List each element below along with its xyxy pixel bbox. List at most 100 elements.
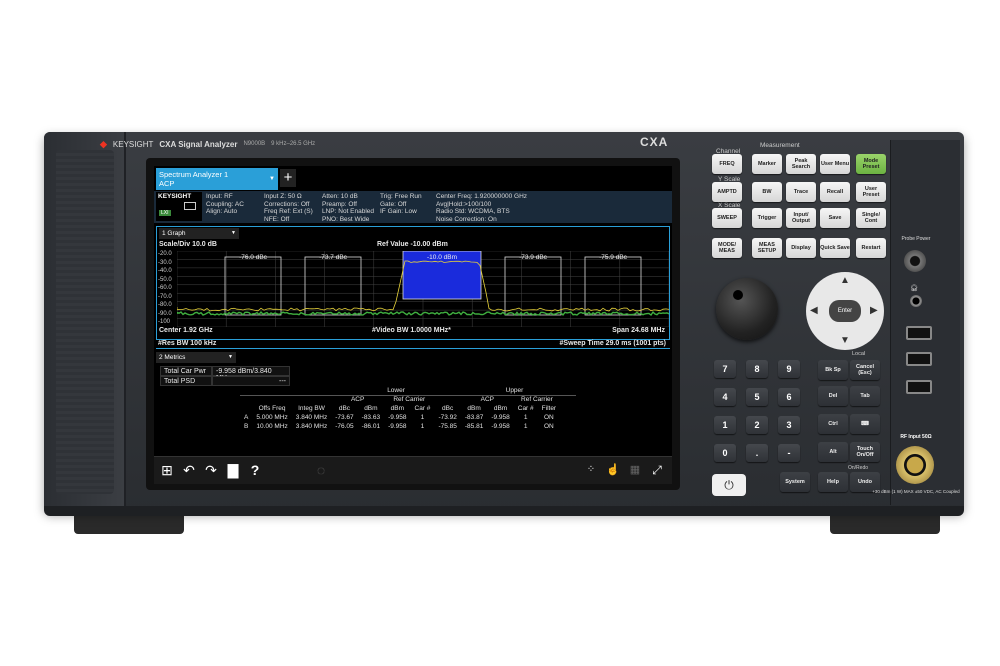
settings-frequency[interactable]: Center Freq: 1.920000000 GHz Avg|Hold:>1… xyxy=(436,193,527,223)
cell: ON xyxy=(538,422,560,431)
sweep-info-bar: #Res BW 100 kHz #Sweep Time 29.0 ms (100… xyxy=(156,339,670,349)
input-output-key[interactable]: Input/ Output xyxy=(786,208,816,228)
upper-header: Upper xyxy=(461,386,568,395)
windows-icon[interactable]: ⊞ xyxy=(158,461,176,479)
undo-icon[interactable]: ↶ xyxy=(180,461,198,479)
redo-icon[interactable]: ↷ xyxy=(202,461,220,479)
rotary-knob[interactable] xyxy=(716,278,778,340)
channel-box xyxy=(305,257,361,315)
channel-box xyxy=(505,257,561,315)
touch-onoff-key[interactable]: Touch On/Off xyxy=(850,442,880,462)
display-key[interactable]: Display xyxy=(786,238,816,258)
freq-key[interactable]: FREQ xyxy=(712,154,742,174)
numpad-key[interactable]: 0 xyxy=(714,444,736,462)
arrow-left-icon[interactable]: ◀ xyxy=(810,305,818,316)
settings-atten[interactable]: Atten: 10 dB Preamp: Off LNP: Not Enable… xyxy=(322,193,374,223)
settings-bar[interactable]: KEYSIGHT LXI Input: RF Coupling: AC Alig… xyxy=(154,191,672,223)
sweep-key[interactable]: SWEEP xyxy=(712,208,742,228)
device-header: ◆ KEYSIGHT CXA Signal Analyzer N9000B 9 … xyxy=(100,134,700,154)
cancel-key[interactable]: Cancel (Esc) xyxy=(850,360,880,380)
save-key[interactable]: Save xyxy=(820,208,850,228)
metrics-dropdown[interactable]: 2 Metrics ▼ xyxy=(156,352,236,363)
settings-input[interactable]: Input: RF Coupling: AC Align: Auto xyxy=(206,193,244,216)
headphone-jack xyxy=(910,295,922,307)
tab-spectrum-analyzer[interactable]: Spectrum Analyzer 1 ACP ▼ xyxy=(156,168,278,190)
freq-range: 9 kHz–26.5 GHz xyxy=(271,141,315,147)
restart-key[interactable]: Restart xyxy=(856,238,886,258)
col-lower-car: Car # xyxy=(411,404,435,413)
lxi-badge: LXI xyxy=(159,210,171,216)
numpad-key[interactable]: 8 xyxy=(746,360,768,378)
cell: 3.840 MHz xyxy=(292,422,331,431)
backspace-key[interactable]: Bk Sp xyxy=(818,360,848,380)
total-car-pwr-value: -9.958 dBm/3.840 MHz xyxy=(212,366,290,376)
tile-icon[interactable]: ▦ xyxy=(626,461,644,479)
table-row[interactable]: A 5.000 MHz 3.840 MHz -73.67 -83.63 -9.9… xyxy=(240,413,576,422)
numpad-key[interactable]: 7 xyxy=(714,360,736,378)
usb-port-2 xyxy=(906,352,932,366)
numpad-key[interactable]: 2 xyxy=(746,416,768,434)
settings-trigger[interactable]: Trig: Free Run Gate: Off IF Gain: Low xyxy=(380,193,422,216)
alt-key[interactable]: Alt xyxy=(818,442,848,462)
fullscreen-icon[interactable]: ⤢ xyxy=(648,461,666,479)
settings-impedance[interactable]: Input Z: 50 Ω Corrections: Off Freq Ref:… xyxy=(264,193,313,223)
user-preset-key[interactable]: User Preset xyxy=(856,182,886,202)
marker-key[interactable]: Marker xyxy=(752,154,782,174)
numpad-key[interactable]: 4 xyxy=(714,388,736,406)
channel-box xyxy=(585,257,641,315)
numpad-key[interactable]: 3 xyxy=(778,416,800,434)
tab-key[interactable]: Tab xyxy=(850,386,880,406)
mode-preset-key[interactable]: Mode Preset xyxy=(856,154,886,174)
recall-key[interactable]: Recall xyxy=(820,182,850,202)
amptd-key[interactable]: AMPTD xyxy=(712,182,742,202)
ctrl-key[interactable]: Ctrl xyxy=(818,414,848,434)
graph-layout-dropdown[interactable]: 1 Graph ▼ xyxy=(159,228,239,239)
metrics-dropdown-value: 2 Metrics xyxy=(159,354,185,361)
brand-text: KEYSIGHT xyxy=(113,140,153,149)
power-button[interactable]: ⏻ xyxy=(712,474,746,496)
numpad-key[interactable]: 9 xyxy=(778,360,800,378)
metrics-panel[interactable]: 2 Metrics ▼ Total Car Pwr -9.958 dBm/3.8… xyxy=(156,352,670,452)
numpad-key[interactable]: 5 xyxy=(746,388,768,406)
trace-key[interactable]: Trace xyxy=(786,182,816,202)
numpad-key[interactable]: . xyxy=(746,444,768,462)
help-key[interactable]: Help xyxy=(818,472,848,492)
scale-div-label: Scale/Div 10.0 dB xyxy=(159,241,217,248)
col-upper-car: Car # xyxy=(514,404,538,413)
chat-icon[interactable]: ◌ xyxy=(312,461,330,479)
single-cont-key[interactable]: Single/ Cont xyxy=(856,208,886,228)
arrow-right-icon[interactable]: ▶ xyxy=(870,305,878,316)
channel-label: -76.0 dBc xyxy=(239,254,268,261)
tab-title: Spectrum Analyzer 1 xyxy=(159,170,275,179)
model-code: N9000B xyxy=(243,141,265,147)
numpad-key[interactable]: - xyxy=(778,444,800,462)
system-key[interactable]: System xyxy=(780,472,810,492)
setting-radio-std: Radio Std: WCDMA, BTS xyxy=(436,208,527,216)
grid-icon[interactable]: ⁘ xyxy=(582,461,600,479)
meas-setup-key[interactable]: MEAS SETUP xyxy=(752,238,782,258)
arrow-down-icon[interactable]: ▼ xyxy=(840,335,850,346)
folder-icon[interactable]: ▇ xyxy=(224,461,242,479)
user-menu-key[interactable]: User Menu xyxy=(820,154,850,174)
trigger-key[interactable]: Trigger xyxy=(752,208,782,228)
graph-panel[interactable]: 1 Graph ▼ Scale/Div 10.0 dB Ref Value -1… xyxy=(156,226,670,340)
numpad-key[interactable]: 1 xyxy=(714,416,736,434)
help-icon[interactable]: ? xyxy=(246,461,264,479)
peak-search-key[interactable]: Peak Search xyxy=(786,154,816,174)
keyboard-icon[interactable]: ⌨ xyxy=(850,414,880,434)
enter-key[interactable]: Enter xyxy=(829,300,861,322)
delete-key[interactable]: Del xyxy=(818,386,848,406)
y-tick-label: -80.0 xyxy=(158,302,172,308)
quick-save-key[interactable]: Quick Save xyxy=(820,238,850,258)
spectrum-plot[interactable]: -76.0 dBc -73.7 dBc -10.0 dBm -73.9 dBc -75.… xyxy=(177,251,669,327)
touch-icon[interactable]: ☝ xyxy=(604,461,622,479)
spectrum-svg: -76.0 dBc -73.7 dBc -10.0 dBm -73.9 dBc -75.… xyxy=(177,251,669,327)
numpad-key[interactable]: 6 xyxy=(778,388,800,406)
add-tab-button[interactable]: + xyxy=(280,169,296,187)
mode-meas-key[interactable]: MODE/ MEAS xyxy=(712,238,742,258)
upper-acp-header: ACP xyxy=(461,395,514,404)
cell: ON xyxy=(538,413,560,422)
table-row[interactable]: B 10.00 MHz 3.840 MHz -76.05 -86.01 -9.9… xyxy=(240,422,576,431)
arrow-up-icon[interactable]: ▲ xyxy=(840,275,850,286)
bw-key[interactable]: BW xyxy=(752,182,782,202)
